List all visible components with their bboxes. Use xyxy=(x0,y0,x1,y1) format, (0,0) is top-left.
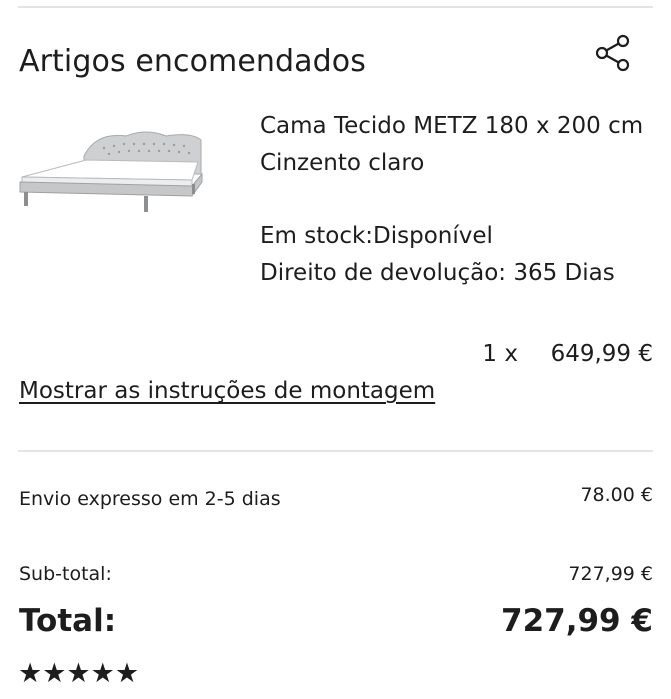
rating-stars: ★★★★★ xyxy=(18,658,140,689)
quantity: 1 x xyxy=(482,341,518,367)
return-right: Direito de devolução: 365 Dias xyxy=(260,260,615,286)
shipping-value: 78.00 € xyxy=(580,484,653,506)
assembly-instructions-link[interactable]: Mostrar as instruções de montagem xyxy=(19,378,435,404)
product-availability: Em stock:Disponível Direito de devolução… xyxy=(260,218,660,292)
subtotal-label: Sub-total: xyxy=(19,563,112,585)
subtotal-value: 727,99 € xyxy=(568,563,653,585)
item-price: 649,99 € xyxy=(550,341,653,367)
section-heading: Artigos encomendados xyxy=(19,44,366,79)
shipping-label: Envio expresso em 2-5 dias xyxy=(19,488,281,510)
total-label: Total: xyxy=(19,603,117,639)
stock-status: Em stock:Disponível xyxy=(260,223,493,249)
share-icon[interactable] xyxy=(592,30,634,76)
total-value: 727,99 € xyxy=(501,603,653,639)
product-name[interactable]: Cama Tecido METZ 180 x 200 cm Cinzento c… xyxy=(260,108,660,182)
bed-image[interactable] xyxy=(16,122,216,222)
top-divider xyxy=(18,6,653,8)
quantity-price: 1 x 649,99 € xyxy=(482,341,653,367)
summary-divider xyxy=(18,450,653,452)
